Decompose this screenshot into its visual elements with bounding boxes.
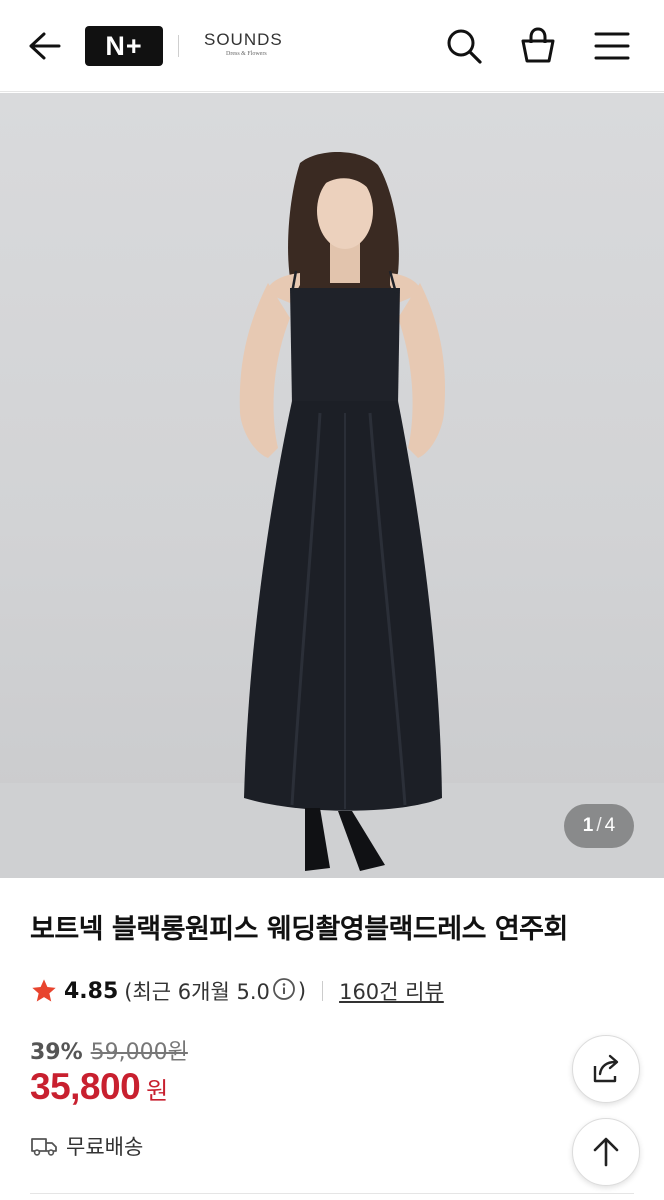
currency-unit: 원 <box>146 1077 169 1105</box>
search-icon <box>447 29 482 64</box>
recent-rating-close: ) <box>297 979 307 1003</box>
info-circle-icon <box>272 977 295 1000</box>
section-divider <box>30 1193 634 1194</box>
logo-divider <box>178 35 179 57</box>
image-current-index: 1 <box>582 815 594 836</box>
shipping-info: 무료배송 <box>30 1130 143 1162</box>
back-button[interactable] <box>22 26 66 66</box>
star-icon <box>32 979 56 1002</box>
share-button[interactable] <box>572 1035 640 1103</box>
nplus-logo[interactable]: N+ <box>85 26 163 66</box>
cart-button[interactable] <box>516 24 560 68</box>
sale-price-row: 35,800 원 <box>30 1066 168 1108</box>
nplus-logo-text: N+ <box>105 30 143 61</box>
delivery-truck-icon <box>31 1138 57 1156</box>
review-count-link[interactable]: 160건 리뷰 <box>339 976 444 1006</box>
image-total-count: 4 <box>604 815 616 836</box>
rating-divider <box>322 981 324 1001</box>
arrow-up-icon <box>593 1137 619 1167</box>
scroll-to-top-button[interactable] <box>572 1118 640 1186</box>
top-header: N+ SOUNDS Dress & Flowers <box>0 0 664 92</box>
recent-rating-text: (최근 6개월 5.0 <box>124 980 270 1004</box>
menu-button[interactable] <box>590 24 634 68</box>
rating-row: 4.85 (최근 6개월 5.0 ) 160건 리뷰 <box>30 975 444 1007</box>
product-title: 보트넥 블랙롱원피스 웨딩촬영블랙드레스 연주회 <box>30 914 568 945</box>
price-discount-row: 39% 59,000원 <box>30 1034 188 1066</box>
recent-rating: (최근 6개월 5.0 ) <box>124 976 306 1006</box>
search-button[interactable] <box>442 24 486 68</box>
sale-price: 35,800 <box>30 1066 141 1107</box>
shipping-label: 무료배송 <box>66 1135 144 1159</box>
image-page-indicator: 1 / 4 <box>564 804 634 848</box>
arrow-left-icon <box>29 32 61 60</box>
product-image-carousel[interactable]: 1 / 4 <box>0 93 664 878</box>
share-icon <box>593 1054 619 1083</box>
brand-logo-main: SOUNDS <box>204 30 283 49</box>
product-photo <box>0 151 664 878</box>
rating-score: 4.85 <box>64 978 119 1004</box>
info-button[interactable] <box>272 977 296 1006</box>
shopping-bag-icon <box>521 27 555 63</box>
image-index-separator: / <box>596 815 602 836</box>
original-price: 59,000원 <box>90 1040 188 1065</box>
hamburger-menu-icon <box>594 32 630 60</box>
brand-logo[interactable]: SOUNDS Dress & Flowers <box>204 30 294 62</box>
discount-rate: 39% <box>30 1040 83 1065</box>
brand-logo-sub: Dress & Flowers <box>226 51 267 57</box>
